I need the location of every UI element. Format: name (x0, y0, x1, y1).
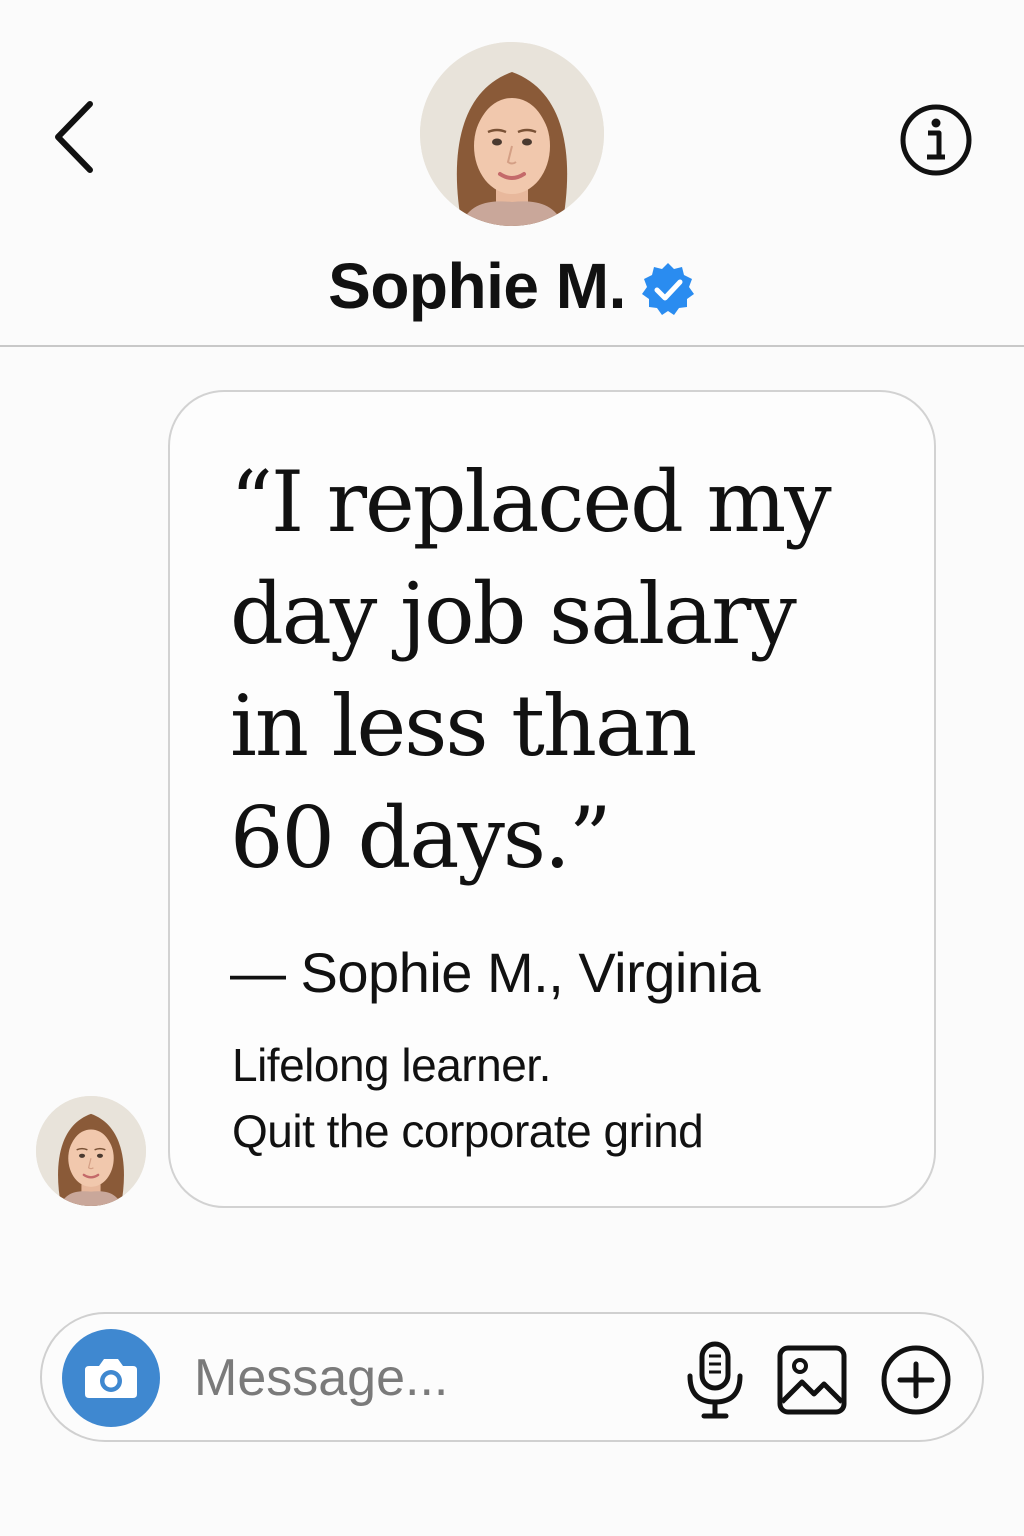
quote-line: in less than (230, 677, 697, 775)
sender-avatar[interactable] (36, 1096, 146, 1206)
quote-attribution: — Sophie M., Virginia (230, 941, 761, 1004)
bio-line: Quit the corporate grind (232, 1105, 704, 1157)
info-button[interactable] (898, 102, 974, 178)
info-icon (900, 104, 972, 176)
header-divider (0, 345, 1024, 347)
contact-name-row: Sophie M. (0, 246, 1024, 326)
camera-button[interactable] (62, 1329, 160, 1427)
back-button[interactable] (40, 92, 110, 182)
contact-avatar[interactable] (420, 42, 604, 226)
chevron-left-icon (55, 101, 93, 173)
bio-line: Lifelong learner. (232, 1039, 551, 1091)
microphone-button[interactable] (682, 1340, 748, 1420)
gallery-button[interactable] (776, 1344, 848, 1416)
quote-line: “I replaced my (230, 453, 832, 551)
message-bubble[interactable]: “I replaced my day job salary in less th… (168, 390, 936, 1208)
camera-icon (85, 1359, 137, 1398)
testimonial-quote: “I replaced my day job salary in less th… (230, 446, 910, 894)
quote-line: 60 days.” (230, 789, 612, 887)
add-attachment-button[interactable] (880, 1344, 952, 1416)
author-bio: Lifelong learner. Quit the corporate gri… (232, 1032, 704, 1164)
quote-line: day job salary (230, 565, 797, 663)
avatar-portrait (36, 1096, 146, 1206)
message-input[interactable] (194, 1342, 654, 1414)
verified-badge-icon (641, 263, 694, 315)
microphone-icon (687, 1341, 743, 1419)
plus-circle-icon (881, 1345, 951, 1415)
contact-name[interactable]: Sophie M. (328, 254, 626, 318)
avatar-portrait (420, 42, 604, 226)
message-composer (40, 1312, 984, 1442)
chat-header: Sophie M. (0, 0, 1024, 347)
chat-screen: Sophie M. “I replaced my day job salary … (0, 0, 1024, 1536)
image-icon (777, 1345, 847, 1415)
